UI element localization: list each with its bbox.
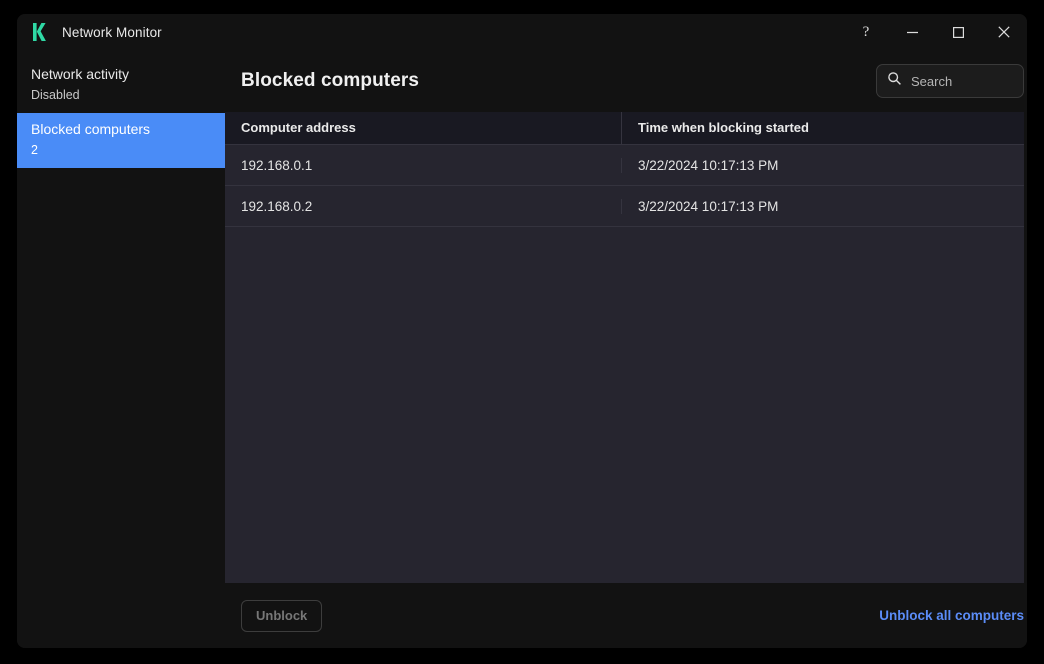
sidebar-item-label: Network activity [31,66,130,82]
cell-blocking-time: 3/22/2024 10:17:13 PM [621,198,1024,214]
sidebar: Network activity Disabled Blocked comput… [17,50,225,648]
table-row[interactable]: 192.168.0.1 3/22/2024 10:17:13 PM [225,144,1024,186]
column-header-time-blocking-started[interactable]: Time when blocking started [621,112,1024,144]
sidebar-item-status: Disabled [31,88,80,102]
minimize-button[interactable] [889,14,935,50]
column-header-computer-address[interactable]: Computer address [225,112,621,144]
main-header: Blocked computers [225,50,1024,112]
maximize-icon [952,26,965,39]
cell-computer-address: 192.168.0.2 [241,198,313,214]
application-window: Network Monitor ? Network activity Disab… [17,14,1027,648]
blocked-computers-table: Computer address Time when blocking star… [225,112,1024,583]
title-bar-left: Network Monitor [17,22,162,42]
sidebar-item-network-activity[interactable]: Network activity Disabled [17,58,225,113]
unblock-all-computers-link[interactable]: Unblock all computers [879,608,1024,623]
title-bar: Network Monitor ? [17,14,1027,50]
sidebar-item-count: 2 [31,143,38,157]
sidebar-item-label: Blocked computers [31,121,151,137]
help-button[interactable]: ? [843,14,889,50]
window-title: Network Monitor [62,24,162,40]
main-panel: Blocked computers Computer address Time … [225,50,1027,648]
table-row[interactable]: 192.168.0.2 3/22/2024 10:17:13 PM [225,186,1024,227]
unblock-button[interactable]: Unblock [241,599,323,632]
minimize-icon [906,26,919,39]
page-title: Blocked computers [241,70,420,91]
search-icon [887,71,902,91]
search-input[interactable] [911,73,1013,89]
window-body: Network activity Disabled Blocked comput… [17,50,1027,648]
search-box[interactable] [876,64,1024,98]
close-icon [997,25,1011,39]
footer-bar: Unblock Unblock all computers [225,583,1024,648]
table-body: 192.168.0.1 3/22/2024 10:17:13 PM 192.16… [225,144,1024,583]
cell-computer-address: 192.168.0.1 [241,157,313,173]
sidebar-item-blocked-computers[interactable]: Blocked computers 2 [17,113,225,168]
cell-blocking-time: 3/22/2024 10:17:13 PM [621,157,1024,173]
close-button[interactable] [981,14,1027,50]
window-controls: ? [843,14,1027,50]
kaspersky-k-logo-icon [32,22,50,42]
maximize-button[interactable] [935,14,981,50]
table-header-row: Computer address Time when blocking star… [225,112,1024,144]
help-icon: ? [862,23,870,40]
